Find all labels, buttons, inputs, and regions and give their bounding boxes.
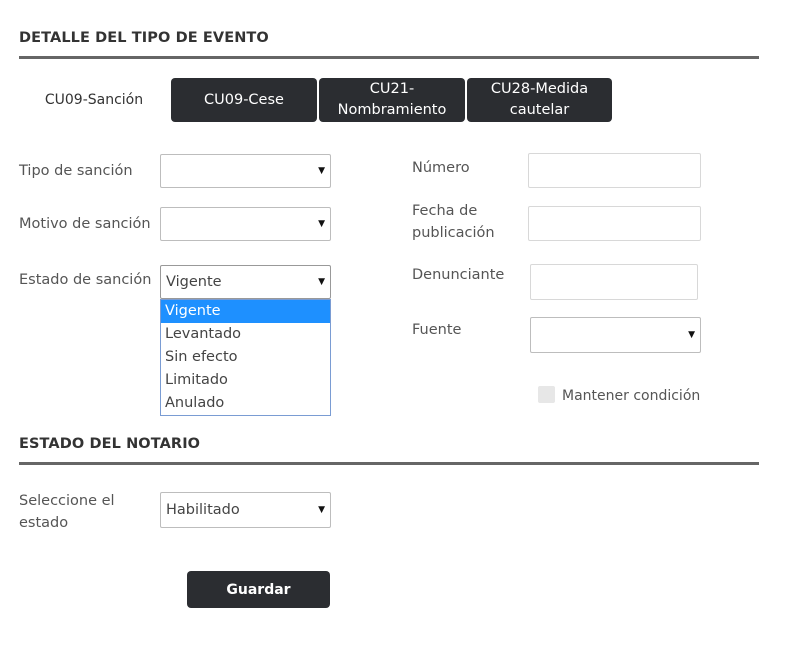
option-sin-efecto[interactable]: Sin efecto [161, 346, 330, 369]
fuente-label: Fuente [412, 322, 462, 338]
estado-sancion-value: Vigente [166, 274, 222, 290]
mantener-condicion-label: Mantener condición [562, 388, 701, 404]
denunciante-input[interactable] [530, 264, 698, 300]
tab-cu21-nombramiento[interactable]: CU21- Nombramiento [319, 78, 465, 122]
section-title-detalle: DETALLE DEL TIPO DE EVENTO [19, 30, 269, 46]
fecha-publicacion-label: Fecha de publicación [412, 203, 495, 241]
chevron-down-icon: ▼ [688, 330, 695, 340]
tipo-sancion-label: Tipo de sanción [19, 163, 133, 179]
option-vigente[interactable]: Vigente [161, 300, 330, 323]
motivo-sancion-select[interactable]: ▼ [160, 207, 331, 241]
chevron-down-icon: ▼ [318, 219, 325, 229]
estado-sancion-label: Estado de sanción [19, 272, 152, 288]
option-anulado[interactable]: Anulado [161, 392, 330, 415]
estado-sancion-select[interactable]: Vigente ▼ [160, 265, 331, 299]
seleccione-estado-label: Seleccione el estado [19, 493, 115, 531]
tab-cu09-cese[interactable]: CU09-Cese [171, 78, 317, 122]
section-divider [19, 462, 759, 465]
numero-label: Número [412, 160, 470, 176]
estado-sancion-dropdown: Vigente Levantado Sin efecto Limitado An… [160, 299, 331, 416]
tab-cu28-medida-cautelar[interactable]: CU28-Medida cautelar [467, 78, 612, 122]
chevron-down-icon: ▼ [318, 505, 325, 515]
tipo-sancion-select[interactable]: ▼ [160, 154, 331, 188]
chevron-down-icon: ▼ [318, 277, 325, 287]
estado-notario-value: Habilitado [166, 502, 240, 518]
fuente-select[interactable]: ▼ [530, 317, 701, 353]
denunciante-label: Denunciante [412, 267, 505, 283]
section-divider [19, 56, 759, 59]
numero-input[interactable] [528, 153, 701, 188]
guardar-button[interactable]: Guardar [187, 571, 330, 608]
section-title-notario: ESTADO DEL NOTARIO [19, 436, 201, 452]
fecha-publicacion-input[interactable] [528, 206, 701, 241]
option-limitado[interactable]: Limitado [161, 369, 330, 392]
mantener-condicion-checkbox[interactable] [538, 386, 555, 403]
motivo-sancion-label: Motivo de sanción [19, 216, 151, 232]
option-levantado[interactable]: Levantado [161, 323, 330, 346]
chevron-down-icon: ▼ [318, 166, 325, 176]
tab-cu09-sancion[interactable]: CU09-Sanción [19, 78, 169, 122]
estado-notario-select[interactable]: Habilitado ▼ [160, 492, 331, 528]
